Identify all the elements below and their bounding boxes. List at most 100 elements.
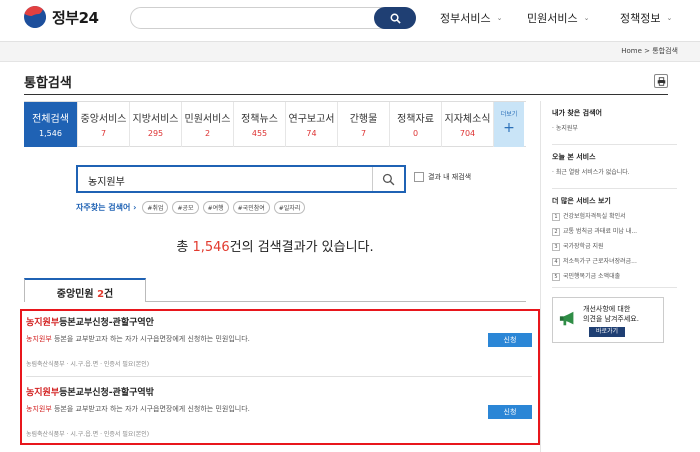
tab-label: 지방서비스 <box>132 114 179 125</box>
popular-service-item[interactable]: 2 교통 범칙금 과태료 미납 내... <box>552 226 677 236</box>
tab-more-label: 더보기 <box>500 111 518 118</box>
section-count: 2 <box>97 289 105 300</box>
chevron-down-icon: ⌄ <box>496 14 503 22</box>
tab-label: 민원서비스 <box>184 114 231 125</box>
summary-count: 1,546 <box>192 240 230 255</box>
top-search-button[interactable] <box>374 7 416 29</box>
sidebar-rule <box>552 287 677 288</box>
result-item: 농지원부등본교부신청-관할구역밖 농지원부 등본을 교부받고자 하는 자가 시구… <box>26 385 532 443</box>
sidebar-divider <box>540 101 541 452</box>
popular-services-panel: 더 많은 서비스 보기 1 건강보험자격득실 확인서 2 교통 범칙금 과태료 미납… <box>552 196 677 281</box>
popular-service-item[interactable]: 5 국민행복기금 소액대출 <box>552 271 677 281</box>
rank-badge: 4 <box>552 258 560 266</box>
keyword-chip[interactable]: #일자리 <box>273 201 306 214</box>
feedback-text: 개선사항에 대한 의견을 남겨주세요. <box>583 304 639 324</box>
today-service-panel: 오늘 본 서비스 · 최근 열람 서비스가 없습니다. <box>552 152 677 176</box>
rank-badge: 5 <box>552 273 560 281</box>
nav-policy-info[interactable]: 정책정보 ⌄ <box>620 10 672 26</box>
print-button[interactable] <box>654 74 668 88</box>
result-title[interactable]: 농지원부등본교부신청-관할구역안 <box>26 315 532 328</box>
search-button[interactable] <box>372 167 404 191</box>
feedback-line1: 개선사항에 대한 <box>583 305 631 313</box>
popular-service-item[interactable]: 3 국가장학금 지원 <box>552 241 677 251</box>
tab-local-news[interactable]: 지자체소식 704 <box>442 102 494 147</box>
tab-count: 7 <box>360 129 367 138</box>
recent-search-item[interactable]: · 농지원부 <box>552 123 677 132</box>
frequent-keywords: 자주찾는 검색어 › #취업 #공모 #여행 #국민참여 #일자리 <box>76 201 306 214</box>
result-description: 농지원부 등본을 교부받고자 하는 자가 시구읍면장에게 신청하는 민원입니다. <box>26 405 250 413</box>
nav-civil-services[interactable]: 민원서비스 ⌄ <box>527 10 589 26</box>
tab-count: 2 <box>204 129 211 138</box>
result-divider <box>26 376 532 377</box>
feedback-go-button[interactable]: 바로가기 <box>589 327 625 337</box>
today-service-title: 오늘 본 서비스 <box>552 153 596 161</box>
taegeuk-logo-icon <box>24 6 46 28</box>
tab-central-services[interactable]: 중앙서비스 7 <box>78 102 130 147</box>
tab-central-civil[interactable]: 중앙민원 2건 <box>24 278 146 302</box>
search-input[interactable]: 농지원부 <box>76 165 406 193</box>
page-title: 통합검색 <box>24 76 72 91</box>
chevron-down-icon: ⌄ <box>583 14 590 22</box>
today-service-empty: · 최근 열람 서비스가 없습니다. <box>552 169 630 176</box>
tab-all[interactable]: 전체검색 1,546 <box>24 102 78 147</box>
nav-label: 정책정보 <box>620 12 661 25</box>
nav-gov-services[interactable]: 정부서비스 ⌄ <box>440 10 502 26</box>
rank-badge: 1 <box>552 213 560 221</box>
sidebar-rule <box>552 144 677 145</box>
top-search-input[interactable] <box>130 7 416 29</box>
recheck-label: 결과 내 재검색 <box>428 173 472 181</box>
recheck-checkbox[interactable] <box>414 172 424 182</box>
apply-button[interactable]: 신청 <box>488 405 532 419</box>
feedback-banner[interactable]: 개선사항에 대한 의견을 남겨주세요. 바로가기 <box>552 297 664 343</box>
keyword-chip[interactable]: #공모 <box>172 201 199 214</box>
popular-service-item[interactable]: 4 저소득가구 근로자녀장려금... <box>552 256 677 266</box>
breadcrumb-bar: Home > 통합검색 <box>0 42 700 62</box>
tab-label: 연구보고서 <box>288 114 335 125</box>
tab-count: 1,546 <box>39 129 62 138</box>
recent-search-panel: 내가 찾은 검색어 · 농지원부 <box>552 108 677 132</box>
tab-publications[interactable]: 간행물 7 <box>338 102 390 147</box>
results-list: 농지원부등본교부신청-관할구역안 농지원부 등본을 교부받고자 하는 자가 시구… <box>20 309 540 445</box>
tab-count: 704 <box>459 129 476 138</box>
result-title[interactable]: 농지원부등본교부신청-관할구역밖 <box>26 385 532 398</box>
plus-icon: + <box>503 120 515 136</box>
popular-service-item[interactable]: 1 건강보험자격득실 확인서 <box>552 211 677 221</box>
tab-label: 정책자료 <box>397 114 434 125</box>
tab-research-reports[interactable]: 연구보고서 74 <box>286 102 338 147</box>
title-divider <box>24 94 668 95</box>
recheck-option[interactable]: 결과 내 재검색 <box>414 172 471 182</box>
tab-count: 0 <box>412 129 419 138</box>
tab-local-services[interactable]: 지방서비스 295 <box>130 102 182 147</box>
tab-more[interactable]: 더보기 + <box>494 102 524 147</box>
logo[interactable]: 정부24 <box>24 6 99 28</box>
breadcrumb-current: 통합검색 <box>652 47 678 55</box>
keyword-chip[interactable]: #여행 <box>202 201 229 214</box>
rank-badge: 2 <box>552 228 560 236</box>
apply-button[interactable]: 신청 <box>488 333 532 347</box>
tab-policy-materials[interactable]: 정책자료 0 <box>390 102 442 147</box>
tab-label: 지자체소식 <box>444 114 491 125</box>
result-meta: 농림축산식품부 · 시.구.읍.면 · 인증서 필요(본인) <box>26 431 150 438</box>
tab-count: 7 <box>100 129 107 138</box>
tab-label: 중앙서비스 <box>80 114 127 125</box>
keyword-chip[interactable]: #취업 <box>142 201 169 214</box>
breadcrumb: Home > 통합검색 <box>621 46 678 56</box>
result-meta: 농림축산식품부 · 시.구.읍.면 · 인증서 필요(본인) <box>26 361 150 368</box>
summary-prefix: 총 <box>176 240 193 255</box>
chevron-down-icon: ⌄ <box>666 14 673 22</box>
keyword-chip[interactable]: #국민참여 <box>232 201 270 214</box>
popular-services-title: 더 많은 서비스 보기 <box>552 197 611 205</box>
result-description: 농지원부 등본을 교부받고자 하는 자가 시구읍면장에게 신청하는 민원입니다. <box>26 335 250 343</box>
nav-label: 민원서비스 <box>527 12 578 25</box>
tab-policy-news[interactable]: 정책뉴스 455 <box>234 102 286 147</box>
section-unit: 건 <box>104 289 114 300</box>
logo-text: 정부24 <box>52 8 99 27</box>
summary-suffix: 건의 검색결과가 있습니다. <box>229 240 374 255</box>
breadcrumb-sep: > <box>644 47 650 55</box>
breadcrumb-home[interactable]: Home <box>621 47 642 55</box>
category-tabs: 전체검색 1,546 중앙서비스 7 지방서비스 295 민원서비스 2 정책뉴… <box>24 101 526 147</box>
tab-label: 간행물 <box>349 114 378 125</box>
tab-label: 정책뉴스 <box>241 114 278 125</box>
tab-civil-services[interactable]: 민원서비스 2 <box>182 102 234 147</box>
site-header: 정부24 정부서비스 ⌄ 민원서비스 ⌄ 정책정보 ⌄ <box>0 0 700 42</box>
